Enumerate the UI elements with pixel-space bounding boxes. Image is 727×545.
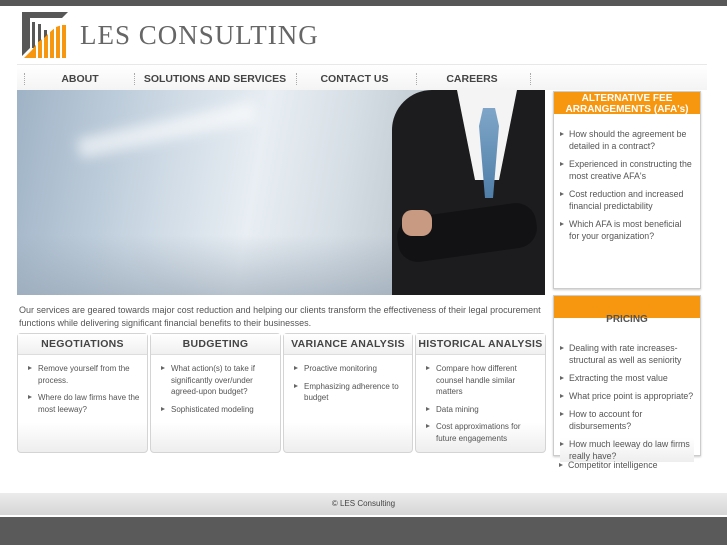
list-item-competitor-intelligence: Competitor intelligence <box>559 459 695 471</box>
afa-title: ALTERNATIVE FEE ARRANGEMENTS (AFA's) <box>554 92 700 115</box>
list-item: Experienced in constructing the most cre… <box>560 158 694 182</box>
list-item: How should the agreement be detailed in … <box>560 128 694 152</box>
list-item: Proactive monitoring <box>294 363 406 375</box>
card-historical-analysis: HISTORICAL ANALYSIS Compare how differen… <box>415 333 546 453</box>
list-item: What action(s) to take if significantly … <box>161 363 274 398</box>
list-item: Cost reduction and increased financial p… <box>560 188 694 212</box>
list-item: What price point is appropriate? <box>560 390 694 402</box>
intro-text: Our services are geared towards major co… <box>19 305 541 328</box>
nav-contact[interactable]: CONTACT US <box>297 73 412 85</box>
list-item: Sophisticated modeling <box>161 404 274 416</box>
bottom-bar <box>0 517 727 545</box>
footer: © LES Consulting <box>0 493 727 515</box>
list-item: Cost approximations for future engagemen… <box>426 421 543 444</box>
list-item: Dealing with rate increases- structural … <box>560 342 694 366</box>
hero-image <box>17 90 545 295</box>
list-item: Where do law firms have the most leeway? <box>28 392 141 415</box>
logo-icon <box>22 12 68 58</box>
list-item: Remove yourself from the process. <box>28 363 141 386</box>
brand-name: LES CONSULTING <box>80 20 319 50</box>
card-budgeting: BUDGETING What action(s) to take if sign… <box>150 333 281 453</box>
card-title: NEGOTIATIONS <box>18 334 147 355</box>
list-item: Extracting the most value <box>560 372 694 384</box>
card-variance-analysis: VARIANCE ANALYSIS Proactive monitoring Em… <box>283 333 413 453</box>
nav-careers[interactable]: CAREERS <box>417 73 527 85</box>
main-nav: ABOUT SOLUTIONS AND SERVICES CONTACT US … <box>17 64 707 90</box>
card-negotiations: NEGOTIATIONS Remove yourself from the pr… <box>17 333 148 453</box>
card-title: BUDGETING <box>151 334 280 355</box>
nav-about[interactable]: ABOUT <box>25 73 135 85</box>
list-item: Which AFA is most beneficial for your or… <box>560 218 694 242</box>
list-item: Compare how different counsel handle sim… <box>426 363 543 398</box>
list-item: How to account for disbursements? <box>560 408 694 432</box>
card-title: VARIANCE ANALYSIS <box>284 334 412 355</box>
card-title: HISTORICAL ANALYSIS <box>416 334 545 355</box>
afa-box: ALTERNATIVE FEE ARRANGEMENTS (AFA's) How… <box>553 91 701 289</box>
list-item: Emphasizing adherence to budget <box>294 381 406 404</box>
nav-solutions[interactable]: SOLUTIONS AND SERVICES <box>135 73 295 85</box>
list-item: Data mining <box>426 404 543 416</box>
pricing-box: PRICING Dealing with rate increases- str… <box>553 295 701 462</box>
pricing-title: PRICING <box>606 314 648 325</box>
